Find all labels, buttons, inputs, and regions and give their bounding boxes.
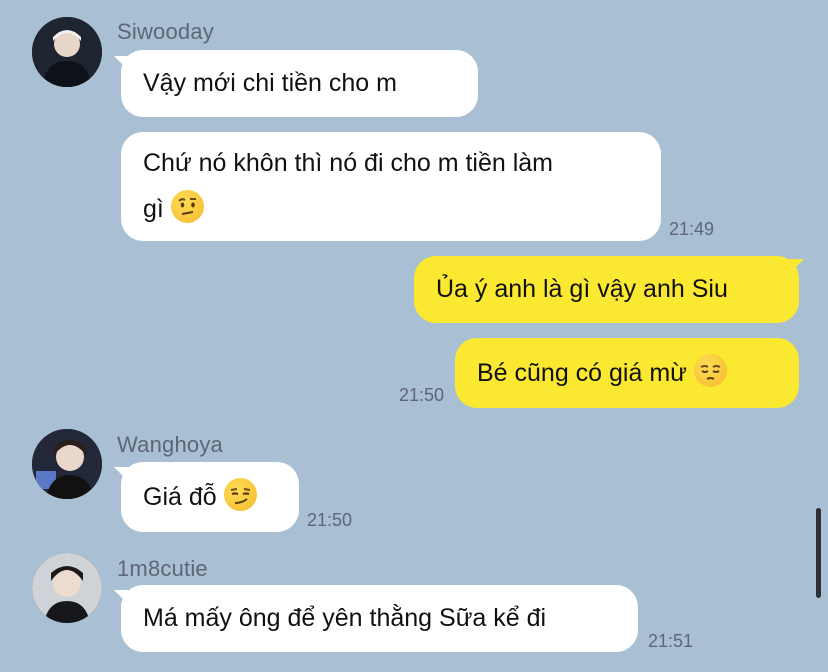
bubble-tail	[790, 259, 804, 273]
avatar-siwooday[interactable]	[32, 17, 102, 87]
message-text: Má mấy ông để yên thằng Sữa kể đi	[143, 604, 547, 632]
person-avatar-icon	[32, 17, 102, 87]
message-text-line-1: Chứ nó khôn thì nó đi cho m tiền làm	[143, 149, 554, 177]
message-timestamp: 21:50	[399, 385, 445, 405]
person-avatar-icon	[32, 429, 102, 499]
scrollbar-thumb[interactable]	[816, 508, 821, 598]
avatar-wanghoya[interactable]	[32, 429, 102, 499]
message-timestamp: 21:50	[307, 510, 353, 530]
message-timestamp: 21:49	[669, 219, 715, 239]
message-bubble-outgoing[interactable]: Ủa ý anh là gì vậy anh Siu	[414, 256, 799, 323]
message-timestamp: 21:51	[648, 631, 694, 651]
message-bubble-outgoing[interactable]: Bé cũng có giá mừ	[455, 338, 799, 408]
sender-name: Siwooday	[117, 19, 214, 44]
sender-name: Wanghoya	[117, 432, 223, 457]
smirk-emoji-icon	[223, 478, 257, 511]
message-bubble[interactable]: Chứ nó khôn thì nó đi cho m tiền làm gì	[121, 132, 661, 241]
person-avatar-icon	[32, 553, 102, 623]
message-text-line-2: gì	[143, 186, 639, 232]
message-bubble[interactable]: Vậy mới chi tiền cho m	[121, 50, 478, 117]
avatar-1m8cutie[interactable]	[32, 553, 102, 623]
sender-name: 1m8cutie	[117, 556, 208, 581]
message-bubble[interactable]: Má mấy ông để yên thằng Sữa kể đi	[121, 585, 638, 652]
pensive-emoji-icon	[693, 354, 727, 387]
message-text: Bé cũng có giá mừ	[477, 359, 687, 387]
message-text: Ủa ý anh là gì vậy anh Siu	[436, 275, 728, 303]
message-text: Giá đỗ	[143, 483, 217, 511]
message-text: Vậy mới chi tiền cho m	[143, 69, 397, 97]
message-bubble[interactable]: Giá đỗ	[121, 462, 299, 532]
raised-eyebrow-emoji-icon	[170, 190, 204, 223]
